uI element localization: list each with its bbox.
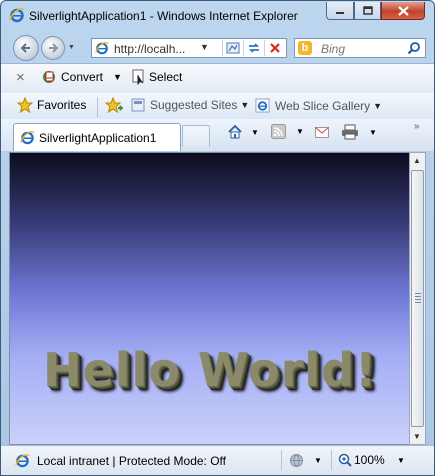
ie-icon xyxy=(9,8,25,23)
globe-icon xyxy=(290,454,303,467)
separator xyxy=(281,450,282,470)
bing-icon: b xyxy=(298,41,312,55)
chevron-double-right-icon[interactable]: » xyxy=(414,121,420,132)
feeds-dropdown-icon[interactable]: ▼ xyxy=(296,127,304,136)
convert-pdf-icon xyxy=(43,71,55,83)
zoom-icon xyxy=(338,453,352,467)
maximize-icon xyxy=(362,6,373,15)
search-icon[interactable] xyxy=(407,41,421,55)
address-dropdown-icon[interactable]: ▼ xyxy=(200,42,209,52)
maximize-button[interactable] xyxy=(354,2,381,20)
window-title: SilverlightApplication1 - Windows Intern… xyxy=(29,9,298,23)
select-label: Select xyxy=(149,70,183,84)
stop-icon xyxy=(270,43,280,53)
refresh-button[interactable] xyxy=(243,40,264,56)
vertical-scrollbar[interactable]: ▲ ▼ xyxy=(409,152,426,445)
web-slice-gallery-link[interactable]: Web Slice Gallery ▼ xyxy=(255,98,382,113)
navigation-bar: ▼ http://localh... ▼ b Bing xyxy=(1,31,434,63)
favorites-star-icon xyxy=(17,97,33,113)
favorites-label: Favorites xyxy=(37,98,87,112)
grip-line xyxy=(415,299,421,300)
ie-page-icon xyxy=(255,98,270,113)
close-window-button[interactable] xyxy=(381,2,425,20)
new-tab-button[interactable] xyxy=(182,125,210,147)
zoom-dropdown-icon[interactable]: ▼ xyxy=(397,456,405,465)
title-bar: SilverlightApplication1 - Windows Intern… xyxy=(1,1,434,31)
scrollbar-thumb[interactable] xyxy=(411,170,424,427)
tab-label: SilverlightApplication1 xyxy=(39,131,157,145)
separator xyxy=(331,450,332,470)
compatibility-view-icon xyxy=(226,42,240,54)
grip-line xyxy=(415,302,421,303)
convert-dropdown-icon[interactable]: ▼ xyxy=(113,72,122,82)
zoom-button[interactable]: 100% xyxy=(338,453,385,467)
back-arrow-icon xyxy=(20,43,30,53)
favorites-bar: Favorites Suggested Sites ▼ Web Slice Ga… xyxy=(1,93,434,120)
convert-label: Convert xyxy=(61,70,104,84)
select-button[interactable]: Select xyxy=(132,69,182,85)
address-bar[interactable]: http://localh... ▼ xyxy=(91,38,287,58)
compatibility-view-button[interactable] xyxy=(222,40,243,56)
ie-page-icon xyxy=(15,454,30,468)
home-button[interactable]: ▼ xyxy=(227,124,259,140)
minimize-button[interactable] xyxy=(326,2,354,20)
add-to-favorites-bar-icon[interactable] xyxy=(105,97,123,114)
security-zone[interactable]: Local intranet | Protected Mode: Off xyxy=(15,453,226,468)
home-icon xyxy=(228,124,242,139)
mail-icon[interactable] xyxy=(315,127,329,138)
forward-arrow-icon xyxy=(49,43,59,53)
rss-feed-icon xyxy=(271,124,286,139)
zoom-level: 100% xyxy=(354,453,385,467)
back-button[interactable] xyxy=(13,35,39,61)
grip-line xyxy=(415,296,421,297)
suggested-sites-link[interactable]: Suggested Sites ▼ xyxy=(131,98,249,112)
scroll-down-icon[interactable]: ▼ xyxy=(413,432,421,441)
stop-button[interactable] xyxy=(264,40,285,56)
print-dropdown-icon[interactable]: ▼ xyxy=(369,128,377,137)
close-toolbar-icon[interactable]: × xyxy=(16,69,25,86)
suggested-sites-icon xyxy=(131,98,145,112)
suggested-sites-label: Suggested Sites xyxy=(150,98,238,112)
separator xyxy=(97,97,98,117)
web-slice-gallery-label: Web Slice Gallery xyxy=(275,98,371,113)
protected-mode-button[interactable]: ▼ xyxy=(289,453,322,468)
search-box[interactable]: b Bing xyxy=(294,38,426,58)
ie-page-icon xyxy=(20,131,35,145)
address-text[interactable]: http://localh... xyxy=(114,42,185,56)
recent-pages-dropdown-icon[interactable]: ▼ xyxy=(68,44,75,51)
silverlight-content: Hello World! xyxy=(9,152,409,445)
print-icon xyxy=(342,124,358,140)
home-dropdown-icon[interactable]: ▼ xyxy=(251,128,259,137)
convert-button[interactable]: Convert ▼ xyxy=(41,69,122,85)
close-icon xyxy=(397,5,409,16)
browser-window: SilverlightApplication1 - Windows Intern… xyxy=(0,0,435,476)
zone-text: Local intranet | Protected Mode: Off xyxy=(37,453,226,468)
print-button[interactable]: ▼ xyxy=(341,124,377,140)
feeds-button[interactable]: ▼ xyxy=(271,124,304,139)
favorites-button[interactable]: Favorites xyxy=(17,97,86,113)
select-icon xyxy=(132,69,144,85)
suggested-sites-dropdown-icon[interactable]: ▼ xyxy=(240,100,249,110)
hello-world-text: Hello World! xyxy=(43,343,377,397)
scroll-up-icon[interactable]: ▲ xyxy=(413,156,421,165)
web-slice-gallery-dropdown-icon[interactable]: ▼ xyxy=(373,101,382,111)
command-bar: × Convert ▼ Select xyxy=(1,63,434,94)
protected-mode-dropdown-icon[interactable]: ▼ xyxy=(314,456,322,465)
forward-button[interactable] xyxy=(41,36,65,60)
refresh-icon xyxy=(248,43,260,53)
status-bar: Local intranet | Protected Mode: Off ▼ 1… xyxy=(1,445,434,475)
search-placeholder[interactable]: Bing xyxy=(321,42,345,56)
tab-bar: SilverlightApplication1 ▼ ▼ ▼ » xyxy=(1,119,434,151)
grip-line xyxy=(415,293,421,294)
ie-page-icon xyxy=(95,42,109,55)
minimize-icon xyxy=(336,11,344,14)
tab-silverlightapplication1[interactable]: SilverlightApplication1 xyxy=(13,123,181,151)
